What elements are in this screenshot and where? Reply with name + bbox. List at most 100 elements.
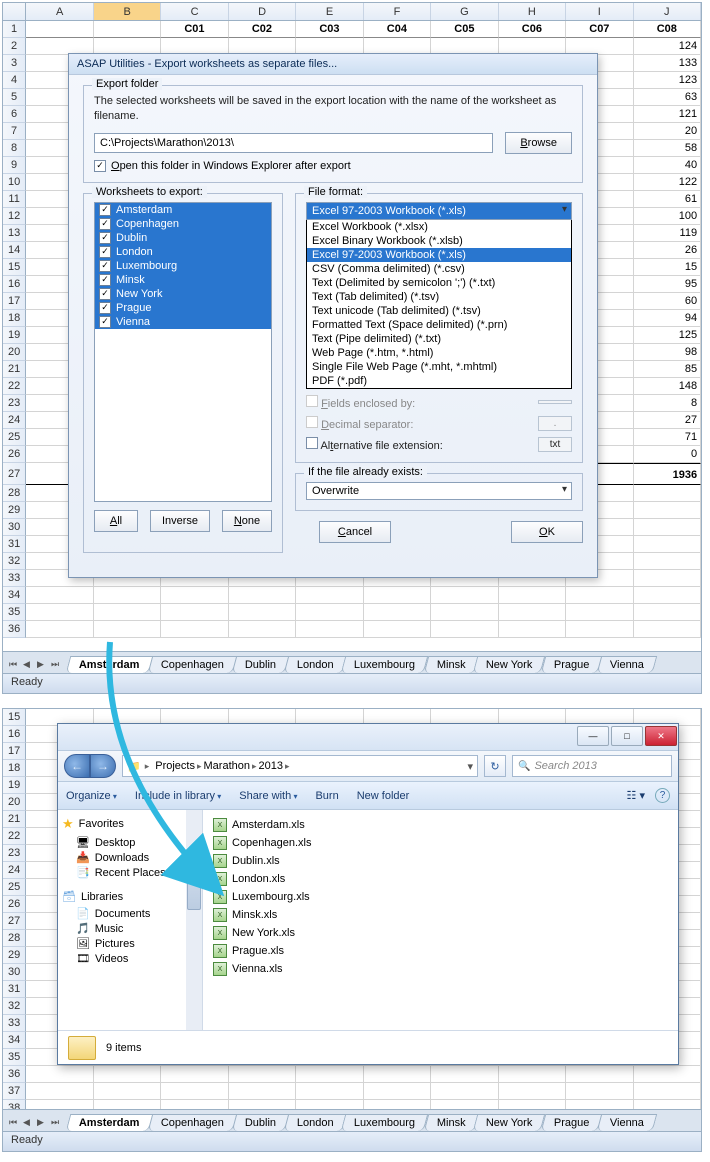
- cell[interactable]: 122: [634, 174, 701, 191]
- cell[interactable]: C04: [364, 21, 431, 38]
- sheet-tab-vienna[interactable]: Vienna: [597, 1114, 658, 1131]
- organize-menu[interactable]: Organize: [66, 790, 117, 802]
- cell[interactable]: [229, 587, 296, 604]
- favorites-header[interactable]: Favorites: [79, 818, 124, 830]
- crumb-2013[interactable]: 2013: [257, 760, 285, 772]
- row-header-10[interactable]: 10: [3, 174, 26, 191]
- none-button[interactable]: None: [222, 510, 272, 532]
- worksheet-item[interactable]: ✓Copenhagen: [95, 217, 271, 231]
- sheet-tab-minsk[interactable]: Minsk: [423, 1114, 478, 1131]
- file-item[interactable]: XVienna.xls: [213, 960, 668, 978]
- new-folder-button[interactable]: New folder: [357, 790, 410, 802]
- cell[interactable]: 100: [634, 208, 701, 225]
- cell[interactable]: [566, 621, 633, 638]
- refresh-button[interactable]: ↻: [484, 755, 506, 777]
- row-header-3[interactable]: 3: [3, 55, 26, 72]
- sheet-tab-london[interactable]: London: [283, 656, 346, 673]
- cell[interactable]: [161, 1100, 228, 1109]
- row-header-13[interactable]: 13: [3, 225, 26, 242]
- file-item[interactable]: XCopenhagen.xls: [213, 834, 668, 852]
- worksheet-item[interactable]: ✓Minsk: [95, 273, 271, 287]
- cell[interactable]: [364, 1066, 431, 1083]
- row-header-29[interactable]: 29: [3, 502, 26, 519]
- back-button[interactable]: ←: [64, 754, 90, 778]
- cell[interactable]: 125: [634, 327, 701, 344]
- cell[interactable]: [229, 1083, 296, 1100]
- format-option[interactable]: Text unicode (Tab delimited) (*.tsv): [307, 304, 571, 318]
- cell[interactable]: [94, 604, 161, 621]
- cell[interactable]: [634, 502, 701, 519]
- sheet-tab-dublin[interactable]: Dublin: [231, 656, 289, 673]
- sheet-tab-luxembourg[interactable]: Luxembourg: [341, 1114, 429, 1131]
- file-item[interactable]: XNew York.xls: [213, 924, 668, 942]
- cell[interactable]: [161, 621, 228, 638]
- path-input[interactable]: C:\Projects\Marathon\2013\: [94, 133, 493, 153]
- cell[interactable]: 15: [634, 259, 701, 276]
- tab-prev-icon[interactable]: ◀: [23, 1117, 35, 1131]
- cell[interactable]: 20: [634, 123, 701, 140]
- row-header-30[interactable]: 30: [3, 519, 26, 536]
- cell[interactable]: [634, 570, 701, 587]
- cell[interactable]: 58: [634, 140, 701, 157]
- cell[interactable]: [94, 621, 161, 638]
- col-header-D[interactable]: D: [229, 3, 296, 20]
- cell[interactable]: [634, 1100, 701, 1109]
- cell[interactable]: 8: [634, 395, 701, 412]
- cell[interactable]: [634, 621, 701, 638]
- sheet-tab-amsterdam[interactable]: Amsterdam: [66, 1114, 153, 1131]
- row-header-15[interactable]: 15: [3, 709, 26, 726]
- share-with-menu[interactable]: Share with: [239, 790, 297, 802]
- cell[interactable]: [229, 1100, 296, 1109]
- cell[interactable]: [634, 519, 701, 536]
- sheet-tab-london[interactable]: London: [283, 1114, 346, 1131]
- cell[interactable]: [634, 485, 701, 502]
- row-header-12[interactable]: 12: [3, 208, 26, 225]
- cell[interactable]: [94, 21, 161, 38]
- sheet-tab-minsk[interactable]: Minsk: [423, 656, 478, 673]
- browse-button[interactable]: Browse: [505, 132, 572, 154]
- sheet-tab-copenhagen[interactable]: Copenhagen: [147, 1114, 237, 1131]
- worksheet-checkbox[interactable]: ✓: [99, 274, 111, 286]
- file-format-dropdown[interactable]: Excel 97-2003 Workbook (*.xls): [306, 202, 572, 220]
- row-header-20[interactable]: 20: [3, 344, 26, 361]
- format-option[interactable]: Text (Delimited by semicolon ';') (*.txt…: [307, 276, 571, 290]
- cell[interactable]: [26, 587, 93, 604]
- row-header-14[interactable]: 14: [3, 242, 26, 259]
- col-header-B[interactable]: B: [94, 3, 161, 20]
- sidebar-item-pictures[interactable]: 🖼Pictures: [62, 936, 198, 951]
- cell[interactable]: [566, 1066, 633, 1083]
- cell[interactable]: [161, 604, 228, 621]
- cell[interactable]: [566, 1083, 633, 1100]
- cell[interactable]: [431, 621, 498, 638]
- sheet-tab-copenhagen[interactable]: Copenhagen: [147, 656, 237, 673]
- row-header-29[interactable]: 29: [3, 947, 26, 964]
- cell[interactable]: [364, 587, 431, 604]
- col-header-G[interactable]: G: [431, 3, 498, 20]
- sheet-tab-new-york[interactable]: New York: [473, 656, 546, 673]
- cell[interactable]: [634, 536, 701, 553]
- row-header-20[interactable]: 20: [3, 794, 26, 811]
- cell[interactable]: [566, 1100, 633, 1109]
- file-item[interactable]: XAmsterdam.xls: [213, 816, 668, 834]
- cell[interactable]: [94, 1100, 161, 1109]
- sidebar-item-music[interactable]: 🎵Music: [62, 921, 198, 936]
- cell[interactable]: [296, 604, 363, 621]
- all-button[interactable]: All: [94, 510, 138, 532]
- cell[interactable]: [26, 604, 93, 621]
- row-header-7[interactable]: 7: [3, 123, 26, 140]
- sheet-tab-new-york[interactable]: New York: [473, 1114, 546, 1131]
- cell[interactable]: 85: [634, 361, 701, 378]
- worksheet-item[interactable]: ✓Prague: [95, 301, 271, 315]
- cell[interactable]: [94, 1083, 161, 1100]
- sheet-tab-dublin[interactable]: Dublin: [231, 1114, 289, 1131]
- row-header-28[interactable]: 28: [3, 485, 26, 502]
- cell[interactable]: [364, 604, 431, 621]
- cell[interactable]: 26: [634, 242, 701, 259]
- row-header-11[interactable]: 11: [3, 191, 26, 208]
- tab-first-icon[interactable]: ⏮: [9, 1117, 21, 1131]
- sheet-tab-prague[interactable]: Prague: [541, 656, 603, 673]
- cell[interactable]: 1936: [634, 463, 701, 485]
- inverse-button[interactable]: Inverse: [150, 510, 210, 532]
- row-header-26[interactable]: 26: [3, 446, 26, 463]
- sidebar-item-documents[interactable]: 📄Documents: [62, 906, 198, 921]
